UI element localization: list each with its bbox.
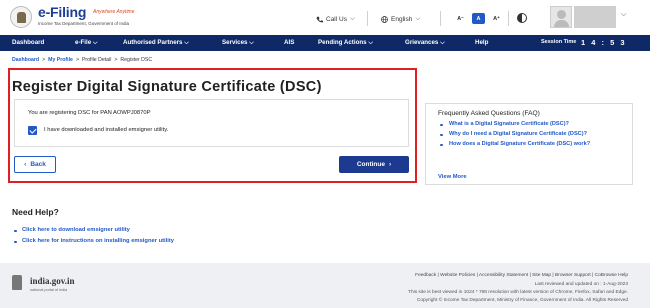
avatar[interactable] (550, 6, 572, 28)
nav-authorised-partners-label: Authorised Partners (123, 39, 183, 46)
chevron-down-icon[interactable]: ⌵ (621, 11, 626, 19)
nav-efile[interactable]: e-File ⌵ (75, 39, 98, 47)
chevron-right-icon: › (389, 161, 392, 168)
breadcrumb-profile-detail[interactable]: Profile Detail (82, 57, 111, 63)
nav-pending-actions-label: Pending Actions (318, 39, 367, 46)
chevron-left-icon: ‹ (24, 161, 27, 168)
nav-efile-label: e-File (75, 39, 92, 46)
divider (367, 11, 368, 26)
footer-links: Feedback | Website Policies | Accessibil… (415, 273, 628, 278)
footer-link-feedback[interactable]: Feedback (415, 273, 436, 278)
faq-list: What is a Digital Signature Certificate … (438, 121, 628, 151)
india-emblem-icon (12, 275, 22, 290)
page-title: Register Digital Signature Certificate (… (12, 79, 322, 95)
font-normal-button[interactable]: A (472, 13, 485, 24)
session-timer: 1 4 : 5 3 (581, 38, 627, 47)
nav-grievances[interactable]: Grievances ⌵ (405, 39, 445, 47)
footer-link-cobrowse-help[interactable]: CoBrowse Help (595, 273, 628, 278)
footer-link-accessibility[interactable]: Accessibility Statement (479, 273, 528, 278)
need-help-title: Need Help? (12, 207, 59, 217)
nav-grievances-label: Grievances (405, 39, 439, 46)
chevron-down-icon: ⌵ (368, 39, 374, 46)
emsigner-checkbox[interactable] (28, 126, 37, 135)
emsigner-checkbox-label[interactable]: I have downloaded and installed emsigner… (44, 127, 168, 133)
breadcrumb: Dashboard > My Profile > Profile Detail … (12, 57, 152, 63)
footer-copyright: Copyright © Income Tax Department, Minis… (416, 298, 628, 303)
footer-link-browser-support[interactable]: Browser Support (555, 273, 591, 278)
dsc-card (14, 99, 409, 147)
chevron-down-icon: ⌵ (349, 15, 355, 22)
phone-icon (316, 16, 323, 22)
breadcrumb-separator: > (114, 57, 118, 63)
nav-ais[interactable]: AIS (284, 39, 294, 46)
nav-services-label: Services (222, 39, 248, 46)
india-gov-logo[interactable]: india.gov.in (30, 276, 75, 286)
faq-item[interactable]: How does a Digital Signature Certificate… (438, 141, 628, 148)
nav-dashboard[interactable]: Dashboard (12, 39, 44, 46)
back-button-label: Back (30, 161, 46, 168)
call-us-button[interactable]: Call Us ⌵ (316, 15, 355, 23)
india-gov-subtitle: national portal of india (30, 288, 68, 292)
faq-title: Frequently Asked Questions (FAQ) (438, 110, 540, 117)
pan-text: You are registering DSC for PAN AOWPJ087… (28, 110, 151, 116)
nav-pending-actions[interactable]: Pending Actions ⌵ (318, 39, 373, 47)
nav-help[interactable]: Help (475, 39, 488, 46)
user-name-redacted[interactable] (574, 6, 616, 28)
faq-view-more-link[interactable]: View More (438, 174, 467, 180)
call-us-label: Call Us (326, 15, 347, 23)
breadcrumb-dashboard[interactable]: Dashboard (12, 57, 39, 63)
chevron-down-icon: ⌵ (440, 39, 445, 46)
footer-link-site-map[interactable]: Site Map (532, 273, 551, 278)
logo-subtitle: Income Tax Department, Government of Ind… (38, 21, 129, 26)
contrast-icon[interactable] (517, 13, 527, 23)
footer-link-website-policies[interactable]: Website Policies (440, 273, 475, 278)
top-header: e-Filing Anywhere Anytime Income Tax Dep… (0, 0, 650, 35)
breadcrumb-separator: > (75, 57, 79, 63)
session-time-label: Session Time (541, 39, 577, 45)
continue-button-label: Continue (356, 161, 385, 168)
nav-authorised-partners[interactable]: Authorised Partners ⌵ (123, 39, 189, 47)
main-nav: Dashboard e-File ⌵ Authorised Partners ⌵… (0, 35, 650, 51)
language-label: English (391, 15, 413, 23)
breadcrumb-separator: > (42, 57, 46, 63)
breadcrumb-my-profile[interactable]: My Profile (48, 57, 73, 63)
chevron-down-icon: ⌵ (184, 39, 189, 46)
emblem-icon (10, 6, 32, 28)
download-emsigner-link[interactable]: Click here to download emsigner utility (12, 227, 174, 234)
globe-icon (381, 15, 388, 23)
faq-item[interactable]: What is a Digital Signature Certificate … (438, 121, 628, 128)
logo-tagline: Anywhere Anytime (93, 9, 135, 15)
breadcrumb-current: Register DSC (120, 57, 153, 63)
language-selector[interactable]: English ⌵ (381, 15, 420, 23)
nav-services[interactable]: Services ⌵ (222, 39, 254, 47)
continue-button[interactable]: Continue › (339, 156, 409, 173)
font-decrease-button[interactable]: A⁻ (454, 13, 467, 24)
footer-best-viewed: This site is best viewed in 1024 * 768 r… (408, 290, 628, 295)
help-list: Click here to download emsigner utility … (12, 227, 174, 249)
font-increase-button[interactable]: A⁺ (490, 13, 503, 24)
chevron-down-icon: ⌵ (415, 15, 421, 22)
back-button[interactable]: ‹ Back (14, 156, 56, 173)
divider (508, 11, 509, 26)
footer-last-reviewed: Last reviewed and updated on : 1-Aug-202… (534, 282, 628, 287)
chevron-down-icon: ⌵ (92, 39, 98, 46)
logo-title[interactable]: e-Filing (38, 4, 86, 20)
faq-item[interactable]: Why do I need a Digital Signature Certif… (438, 131, 628, 138)
install-instructions-link[interactable]: Click here for instructions on installin… (12, 238, 174, 245)
chevron-down-icon: ⌵ (249, 39, 254, 46)
divider (440, 11, 441, 26)
